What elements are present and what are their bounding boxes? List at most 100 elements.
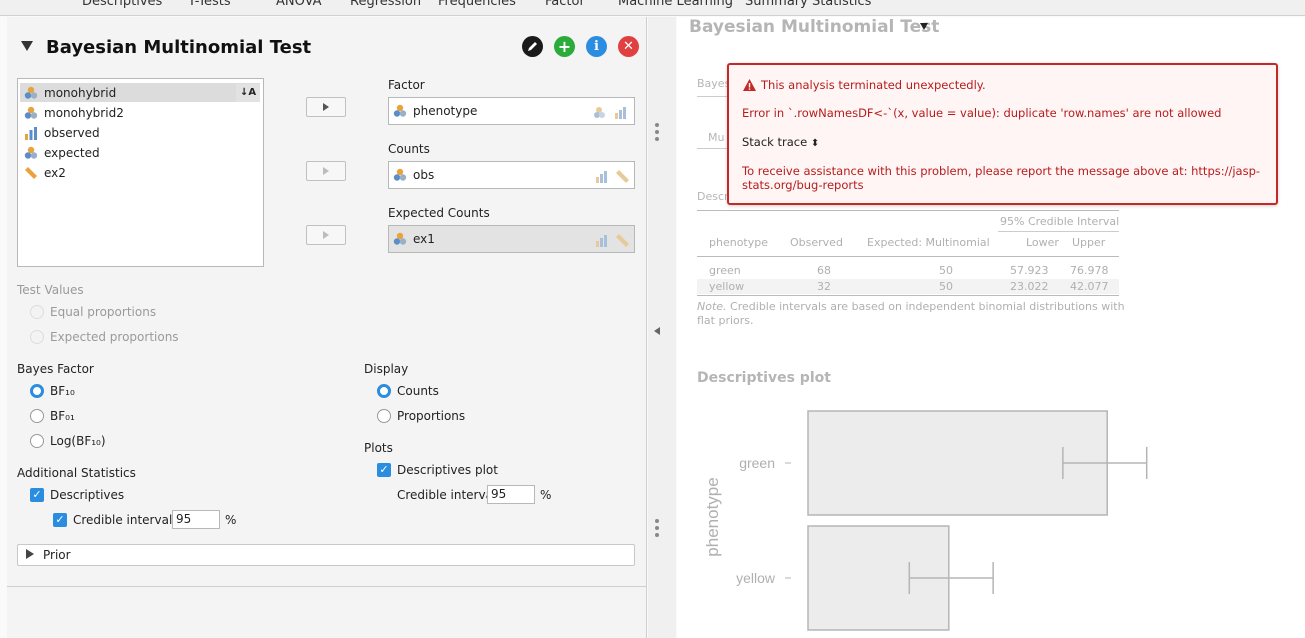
variable-name: monohybrid2: [44, 105, 124, 120]
variable-name: expected: [44, 145, 100, 160]
results-menu-icon[interactable]: [920, 23, 928, 30]
note-text: Credible intervals are based on independ…: [730, 300, 1125, 313]
menu-factor[interactable]: Factor: [545, 0, 585, 9]
sort-az-icon: ↓A: [239, 87, 257, 98]
counts-option-label: Counts: [397, 384, 439, 398]
stack-trace-label: Stack trace: [742, 135, 808, 149]
proportions-radio[interactable]: [377, 409, 391, 423]
stack-trace-toggle[interactable]: Stack trace ⬍: [742, 135, 819, 149]
tick-label: green: [739, 455, 775, 471]
equal-proportions-radio[interactable]: [30, 305, 44, 319]
nominal-icon: [24, 86, 38, 99]
test-values-label: Test Values: [17, 283, 84, 297]
divider: [697, 210, 1119, 211]
proportions-option-label: Proportions: [397, 409, 466, 423]
table-cell: yellow: [709, 280, 745, 293]
collapse-panel-icon[interactable]: [654, 327, 660, 335]
nominal-icon: [24, 106, 38, 119]
arrow-right-icon: [323, 103, 329, 111]
table-note: Note. Credible intervals are based on in…: [697, 300, 1125, 313]
table-cell: 42.077: [1070, 280, 1109, 293]
error-help-text: To receive assistance with this problem,…: [742, 164, 1261, 178]
menu-regression[interactable]: Regression: [350, 0, 421, 9]
sort-button[interactable]: ↓A: [236, 84, 260, 102]
list-item[interactable]: monohybrid: [20, 83, 260, 102]
descriptives-plot-checkbox[interactable]: ✓: [377, 463, 391, 477]
plus-icon: +: [557, 36, 572, 56]
expected-counts-value: ex1: [413, 232, 435, 246]
table-header: phenotype: [709, 236, 768, 249]
bf10-radio[interactable]: [30, 384, 44, 398]
assign-expected-button[interactable]: [306, 225, 346, 245]
info-button[interactable]: i: [586, 36, 607, 57]
descriptives-table-title: Descr: [697, 190, 729, 203]
variables-list[interactable]: monohybrid ↓A monohybrid2 observed expec…: [17, 78, 264, 267]
counts-label: Counts: [388, 142, 430, 156]
edit-title-button[interactable]: [522, 36, 543, 57]
divider: [697, 256, 1119, 257]
counts-value: obs: [413, 168, 435, 182]
pencil-icon: [528, 42, 537, 51]
expected-counts-label: Expected Counts: [388, 206, 490, 220]
bayes-table-title: Bayes: [697, 77, 731, 90]
bf01-radio[interactable]: [30, 409, 44, 423]
counts-field[interactable]: obs: [388, 161, 635, 189]
splitter[interactable]: [648, 17, 676, 638]
list-item[interactable]: observed: [20, 123, 260, 142]
error-message: Error in `.rowNamesDF<-`(x, value = valu…: [742, 106, 1222, 120]
bayes-factor-label: Bayes Factor: [17, 362, 94, 376]
list-item[interactable]: ex2: [20, 163, 260, 182]
assign-counts-button[interactable]: [306, 161, 346, 181]
collapse-analysis-icon[interactable]: [21, 41, 33, 51]
descriptives-plot-label: Descriptives plot: [397, 463, 498, 477]
factor-label: Factor: [388, 78, 425, 92]
log-bf10-radio[interactable]: [30, 434, 44, 448]
duplicate-analysis-button[interactable]: +: [554, 36, 575, 57]
assign-factor-button[interactable]: [306, 97, 346, 117]
percent-label: %: [225, 513, 237, 527]
table-header: Lower: [1026, 236, 1059, 249]
expected-counts-field[interactable]: ex1: [388, 225, 635, 253]
menu-t-tests[interactable]: T-Tests: [188, 0, 231, 9]
expand-icon: [26, 549, 34, 559]
note-label: Note.: [697, 300, 727, 313]
y-axis-label: phenotype: [703, 477, 722, 556]
menu-anova[interactable]: ANOVA: [276, 0, 322, 9]
nominal-icon: [393, 104, 407, 117]
descriptives-checkbox[interactable]: ✓: [30, 488, 44, 502]
plot-title: Descriptives plot: [697, 370, 831, 386]
list-item[interactable]: monohybrid2: [20, 103, 260, 122]
close-analysis-button[interactable]: ✕: [618, 36, 639, 57]
arrow-right-icon: [323, 167, 329, 175]
warning-icon: [743, 79, 756, 91]
credible-interval-input[interactable]: 95: [172, 510, 220, 529]
table-row-highlight: [697, 279, 1119, 294]
analysis-title[interactable]: Bayesian Multinomial Test: [46, 37, 311, 58]
table-note-continued: flat priors.: [697, 314, 754, 327]
error-message-box: This analysis terminated unexpectedly. E…: [727, 63, 1278, 205]
expected-proportions-radio[interactable]: [30, 330, 44, 344]
tick-label: yellow: [736, 570, 776, 586]
bayes-table-cell: Mu: [708, 131, 725, 144]
factor-field[interactable]: phenotype: [388, 97, 635, 125]
allowed-types-icon: [594, 107, 626, 119]
variable-name: monohybrid: [44, 85, 117, 100]
menu-summary-statistics[interactable]: Summary Statistics: [745, 0, 871, 9]
table-cell: 76.978: [1070, 264, 1109, 277]
plot-credible-interval-input[interactable]: 95: [487, 485, 535, 504]
table-cell: 68: [817, 264, 831, 277]
credible-interval-label: Credible interval: [73, 513, 173, 527]
menu-descriptives[interactable]: Descriptives: [82, 0, 162, 9]
menu-machine-learning[interactable]: Machine Learning: [618, 0, 733, 9]
table-cell: 32: [817, 280, 831, 293]
menu-frequencies[interactable]: Frequencies: [438, 0, 516, 9]
list-item[interactable]: expected: [20, 143, 260, 162]
prior-section[interactable]: [17, 544, 635, 566]
table-header: Observed: [790, 236, 843, 249]
variable-name: ex2: [44, 165, 66, 180]
counts-radio[interactable]: [377, 384, 391, 398]
drag-handle-icon[interactable]: [655, 519, 659, 537]
credible-interval-checkbox[interactable]: ✓: [53, 513, 67, 527]
drag-handle-icon[interactable]: [655, 123, 659, 141]
additional-statistics-label: Additional Statistics: [17, 466, 136, 480]
